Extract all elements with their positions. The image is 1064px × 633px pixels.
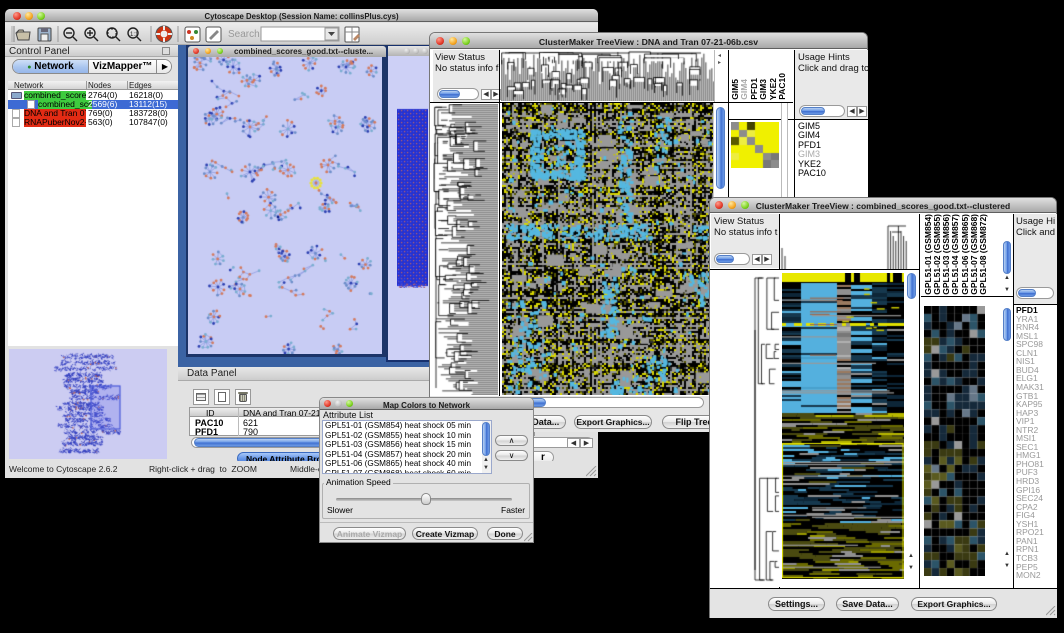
svg-text:1:1: 1:1 [130,32,139,38]
svg-text:Search:: Search: [228,29,262,40]
